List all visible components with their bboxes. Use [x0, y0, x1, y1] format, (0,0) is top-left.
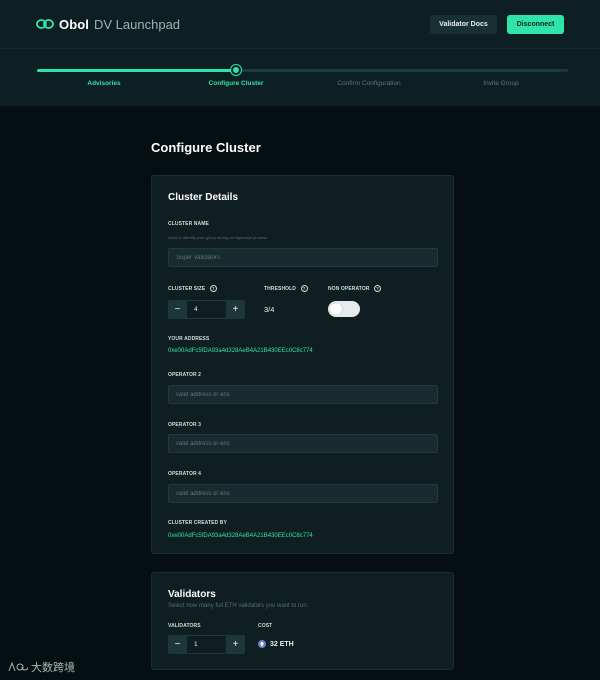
cluster-details-card: Cluster Details CLUSTER NAME Used to ide… — [151, 175, 454, 554]
help-icon[interactable]: ? — [209, 284, 217, 292]
operator-3-label: OPERATOR 3 — [168, 422, 202, 428]
threshold-label: THRESHOLD ? — [264, 284, 308, 292]
top-bar: Obol DV Launchpad Validator Docs Disconn… — [0, 0, 600, 48]
watermark-text: 大数跨境 — [31, 662, 75, 674]
help-icon[interactable]: ? — [300, 284, 308, 292]
operator-4-label: OPERATOR 4 — [168, 471, 202, 477]
help-icon[interactable]: ? — [374, 284, 382, 292]
your-address-label: YOUR ADDRESS — [168, 336, 210, 342]
validators-title: Validators — [168, 589, 216, 600]
created-by-label: CLUSTER CREATED BY — [168, 520, 227, 526]
operator-2-label: OPERATOR 2 — [168, 372, 202, 378]
brand-name: Obol — [59, 16, 90, 32]
cluster-details-title: Cluster Details — [168, 192, 239, 203]
cluster-size-value[interactable]: 4 — [187, 300, 226, 319]
threshold-label-text: THRESHOLD — [264, 285, 297, 292]
step-advisories[interactable]: Advisories — [49, 80, 159, 87]
validators-count-value[interactable]: 1 — [187, 635, 226, 654]
cost-label: COST — [258, 623, 273, 629]
cost-display: 32 ETH — [258, 640, 294, 648]
watermark-logo-icon — [8, 661, 28, 672]
created-by-value: 0xe00AdFc5fDA93a4d328AeB4A21B430EEc0C8c7… — [168, 533, 313, 539]
logo[interactable]: Obol DV Launchpad — [36, 17, 180, 32]
validators-count-label: VALIDATORS — [168, 623, 201, 629]
increment-button[interactable]: + — [226, 300, 245, 319]
cost-value: 32 ETH — [270, 640, 294, 648]
non-operator-label-text: NON OPERATOR — [328, 285, 370, 292]
current-step-indicator — [231, 65, 241, 75]
step-configure-cluster[interactable]: Configure Cluster — [181, 80, 291, 87]
progress-fill — [37, 69, 236, 72]
step-confirm-configuration: Confirm Configuration — [337, 80, 401, 87]
threshold-value: 3/4 — [264, 305, 275, 314]
product-name: DV Launchpad — [94, 16, 181, 32]
validators-subtitle: Select how many full ETH validators you … — [168, 603, 309, 609]
non-operator-label: NON OPERATOR ? — [328, 284, 382, 292]
decrement-button[interactable]: − — [168, 300, 187, 319]
page-title: Configure Cluster — [151, 140, 261, 155]
operator-3-input[interactable] — [168, 434, 438, 453]
toggle-knob — [330, 303, 342, 315]
cluster-size-label-text: CLUSTER SIZE — [168, 285, 206, 292]
increment-button[interactable]: + — [226, 635, 245, 654]
operator-2-input[interactable] — [168, 385, 438, 404]
obol-logo-icon — [36, 19, 54, 29]
step-invite-group: Invite Group — [483, 80, 519, 87]
watermark: 大数跨境 — [8, 659, 75, 675]
cluster-size-label: CLUSTER SIZE ? — [168, 284, 217, 292]
non-operator-toggle[interactable] — [328, 301, 360, 317]
validators-card: Validators Select how many full ETH vali… — [151, 572, 454, 670]
cluster-size-stepper: − 4 + — [168, 300, 245, 319]
cluster-name-input[interactable] — [168, 248, 438, 267]
validators-stepper: − 1 + — [168, 635, 245, 654]
your-address-value: 0xe00AdFc5fDA93a4d328AeB4A21B430EEc0C8c7… — [168, 348, 313, 354]
validator-docs-button[interactable]: Validator Docs — [430, 14, 497, 34]
ethereum-icon — [258, 640, 266, 648]
operator-4-input[interactable] — [168, 484, 438, 503]
cluster-name-hint: Used to identify your group during confi… — [168, 235, 268, 240]
progress-stepper: Advisories Configure Cluster Confirm Con… — [0, 48, 600, 106]
cluster-name-label: CLUSTER NAME — [168, 221, 209, 227]
disconnect-button[interactable]: Disconnect — [507, 14, 564, 34]
decrement-button[interactable]: − — [168, 635, 187, 654]
